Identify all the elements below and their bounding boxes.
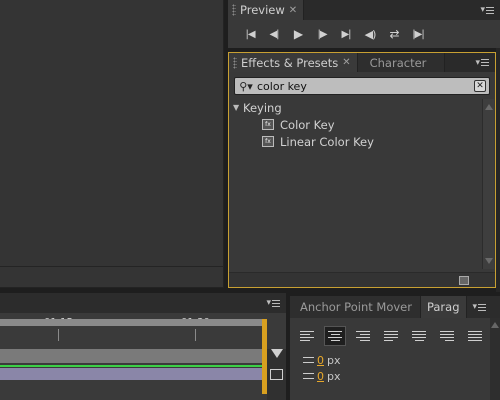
indent-first-line-value[interactable]: 0 (317, 370, 324, 383)
panel-menu-button[interactable]: ▾ (467, 296, 493, 318)
effects-footer (229, 272, 495, 287)
first-frame-button[interactable]: |◀ (238, 24, 262, 44)
tab-anchor-label: Anchor Point Mover (300, 300, 412, 314)
alignment-buttons (290, 326, 500, 346)
expand-arrow-icon[interactable]: ▼ (233, 103, 243, 112)
justify-left-button[interactable] (380, 326, 402, 346)
scroll-down-icon[interactable] (485, 258, 493, 264)
menu-icon (486, 6, 494, 14)
effect-icon: fx (262, 136, 274, 147)
indent-left-value[interactable]: 0 (317, 354, 324, 367)
panel-menu-button[interactable]: ▾ (469, 53, 495, 72)
menu-icon (272, 299, 280, 307)
close-icon[interactable]: ✕ (289, 5, 297, 16)
timeline-side-controls (267, 349, 286, 400)
ram-preview-button[interactable]: |▶| (406, 24, 430, 44)
tab-paragraph-label: Parag (426, 300, 460, 314)
paragraph-scrollbar[interactable] (490, 318, 500, 400)
effects-tabbar: Effects & Presets ✕ Character ▾ (229, 53, 495, 72)
tab-character[interactable]: Character (357, 53, 446, 72)
menu-icon (478, 303, 487, 311)
tab-preview-label: Preview (240, 3, 285, 17)
play-button[interactable]: ▶ (286, 24, 310, 44)
tab-character-label: Character (369, 55, 427, 70)
marker-icon[interactable] (271, 349, 283, 358)
transport-controls: |◀ ◀| ▶ |▶ ▶| ◀) ⇄ |▶| (228, 20, 500, 48)
tab-preview[interactable]: Preview ✕ (228, 0, 305, 20)
category-keying[interactable]: ▼ Keying (229, 99, 481, 116)
tab-paragraph[interactable]: Parag (420, 296, 467, 318)
effects-scrollbar[interactable] (482, 99, 494, 269)
previous-frame-button[interactable]: ◀| (262, 24, 286, 44)
scroll-up-icon[interactable] (485, 104, 493, 110)
tab-anchor-point-mover[interactable]: Anchor Point Mover (290, 296, 421, 318)
indent-first-line-row: 0 px (290, 368, 500, 384)
scroll-up-icon[interactable] (491, 322, 499, 328)
search-input[interactable] (257, 79, 457, 93)
comp-button-icon[interactable] (270, 369, 283, 380)
preview-panel: Preview ✕ ▾ |◀ ◀| ▶ |▶ ▶| ◀) ⇄ |▶| (228, 0, 500, 48)
indent-left-icon (300, 356, 314, 365)
effect-label: Linear Color Key (280, 134, 374, 149)
tab-effects-presets[interactable]: Effects & Presets ✕ (229, 53, 358, 72)
audio-button[interactable]: ◀) (358, 24, 382, 44)
indent-unit: px (327, 353, 341, 367)
justify-all-button[interactable] (464, 326, 486, 346)
effect-linear-color-key[interactable]: fx Linear Color Key (229, 133, 481, 150)
layer-track[interactable] (0, 349, 262, 363)
panel-menu-button[interactable]: ▾ (260, 293, 286, 313)
indent-left-row: 0 px (290, 352, 500, 368)
new-preset-icon[interactable] (459, 276, 469, 285)
effect-label: Color Key (280, 117, 335, 132)
preview-tabbar: Preview ✕ ▾ (228, 0, 500, 20)
work-area-bar[interactable] (0, 319, 262, 326)
close-icon[interactable]: ✕ (342, 57, 350, 68)
paragraph-tabbar: Anchor Point Mover Parag ▾ (290, 296, 500, 318)
last-frame-button[interactable]: ▶| (334, 24, 358, 44)
effects-tree: ▼ Keying fx Color Key fx Linear Color Ke… (229, 99, 481, 269)
timeline-tabbar: ▾ (0, 293, 286, 313)
tab-effects-label: Effects & Presets (241, 55, 339, 70)
clear-search-icon[interactable]: ✕ (474, 80, 486, 92)
grip-icon[interactable] (233, 56, 237, 69)
viewer-divider (0, 266, 224, 267)
justify-center-button[interactable] (408, 326, 430, 346)
indent-unit: px (327, 369, 341, 383)
justify-right-button[interactable] (436, 326, 458, 346)
ruler-tick (58, 329, 59, 341)
loop-button[interactable]: ⇄ (382, 24, 406, 44)
composition-viewer[interactable] (0, 0, 224, 288)
timeline-panel: ▾ 01:15s 01:30s (0, 293, 286, 400)
layer-track-green[interactable] (0, 365, 262, 367)
effects-presets-panel: Effects & Presets ✕ Character ▾ ⚲▾ ✕ ▼ K… (228, 52, 496, 288)
panel-divider[interactable] (496, 48, 500, 292)
search-icon[interactable]: ⚲▾ (235, 80, 257, 93)
effect-color-key[interactable]: fx Color Key (229, 116, 481, 133)
align-left-button[interactable] (296, 326, 318, 346)
align-right-button[interactable] (352, 326, 374, 346)
effects-search-box[interactable]: ⚲▾ ✕ (234, 77, 490, 95)
paragraph-panel: Anchor Point Mover Parag ▾ 0 px 0 px (290, 296, 500, 400)
menu-icon (481, 59, 489, 66)
category-label: Keying (243, 100, 282, 115)
next-frame-button[interactable]: |▶ (310, 24, 334, 44)
panel-menu-button[interactable]: ▾ (474, 0, 500, 20)
layer-track-purple[interactable] (0, 368, 262, 380)
indent-first-line-icon (300, 372, 314, 381)
ruler-tick (195, 329, 196, 341)
align-center-button[interactable] (324, 326, 346, 346)
effect-icon: fx (262, 119, 274, 130)
grip-icon[interactable] (232, 4, 236, 16)
